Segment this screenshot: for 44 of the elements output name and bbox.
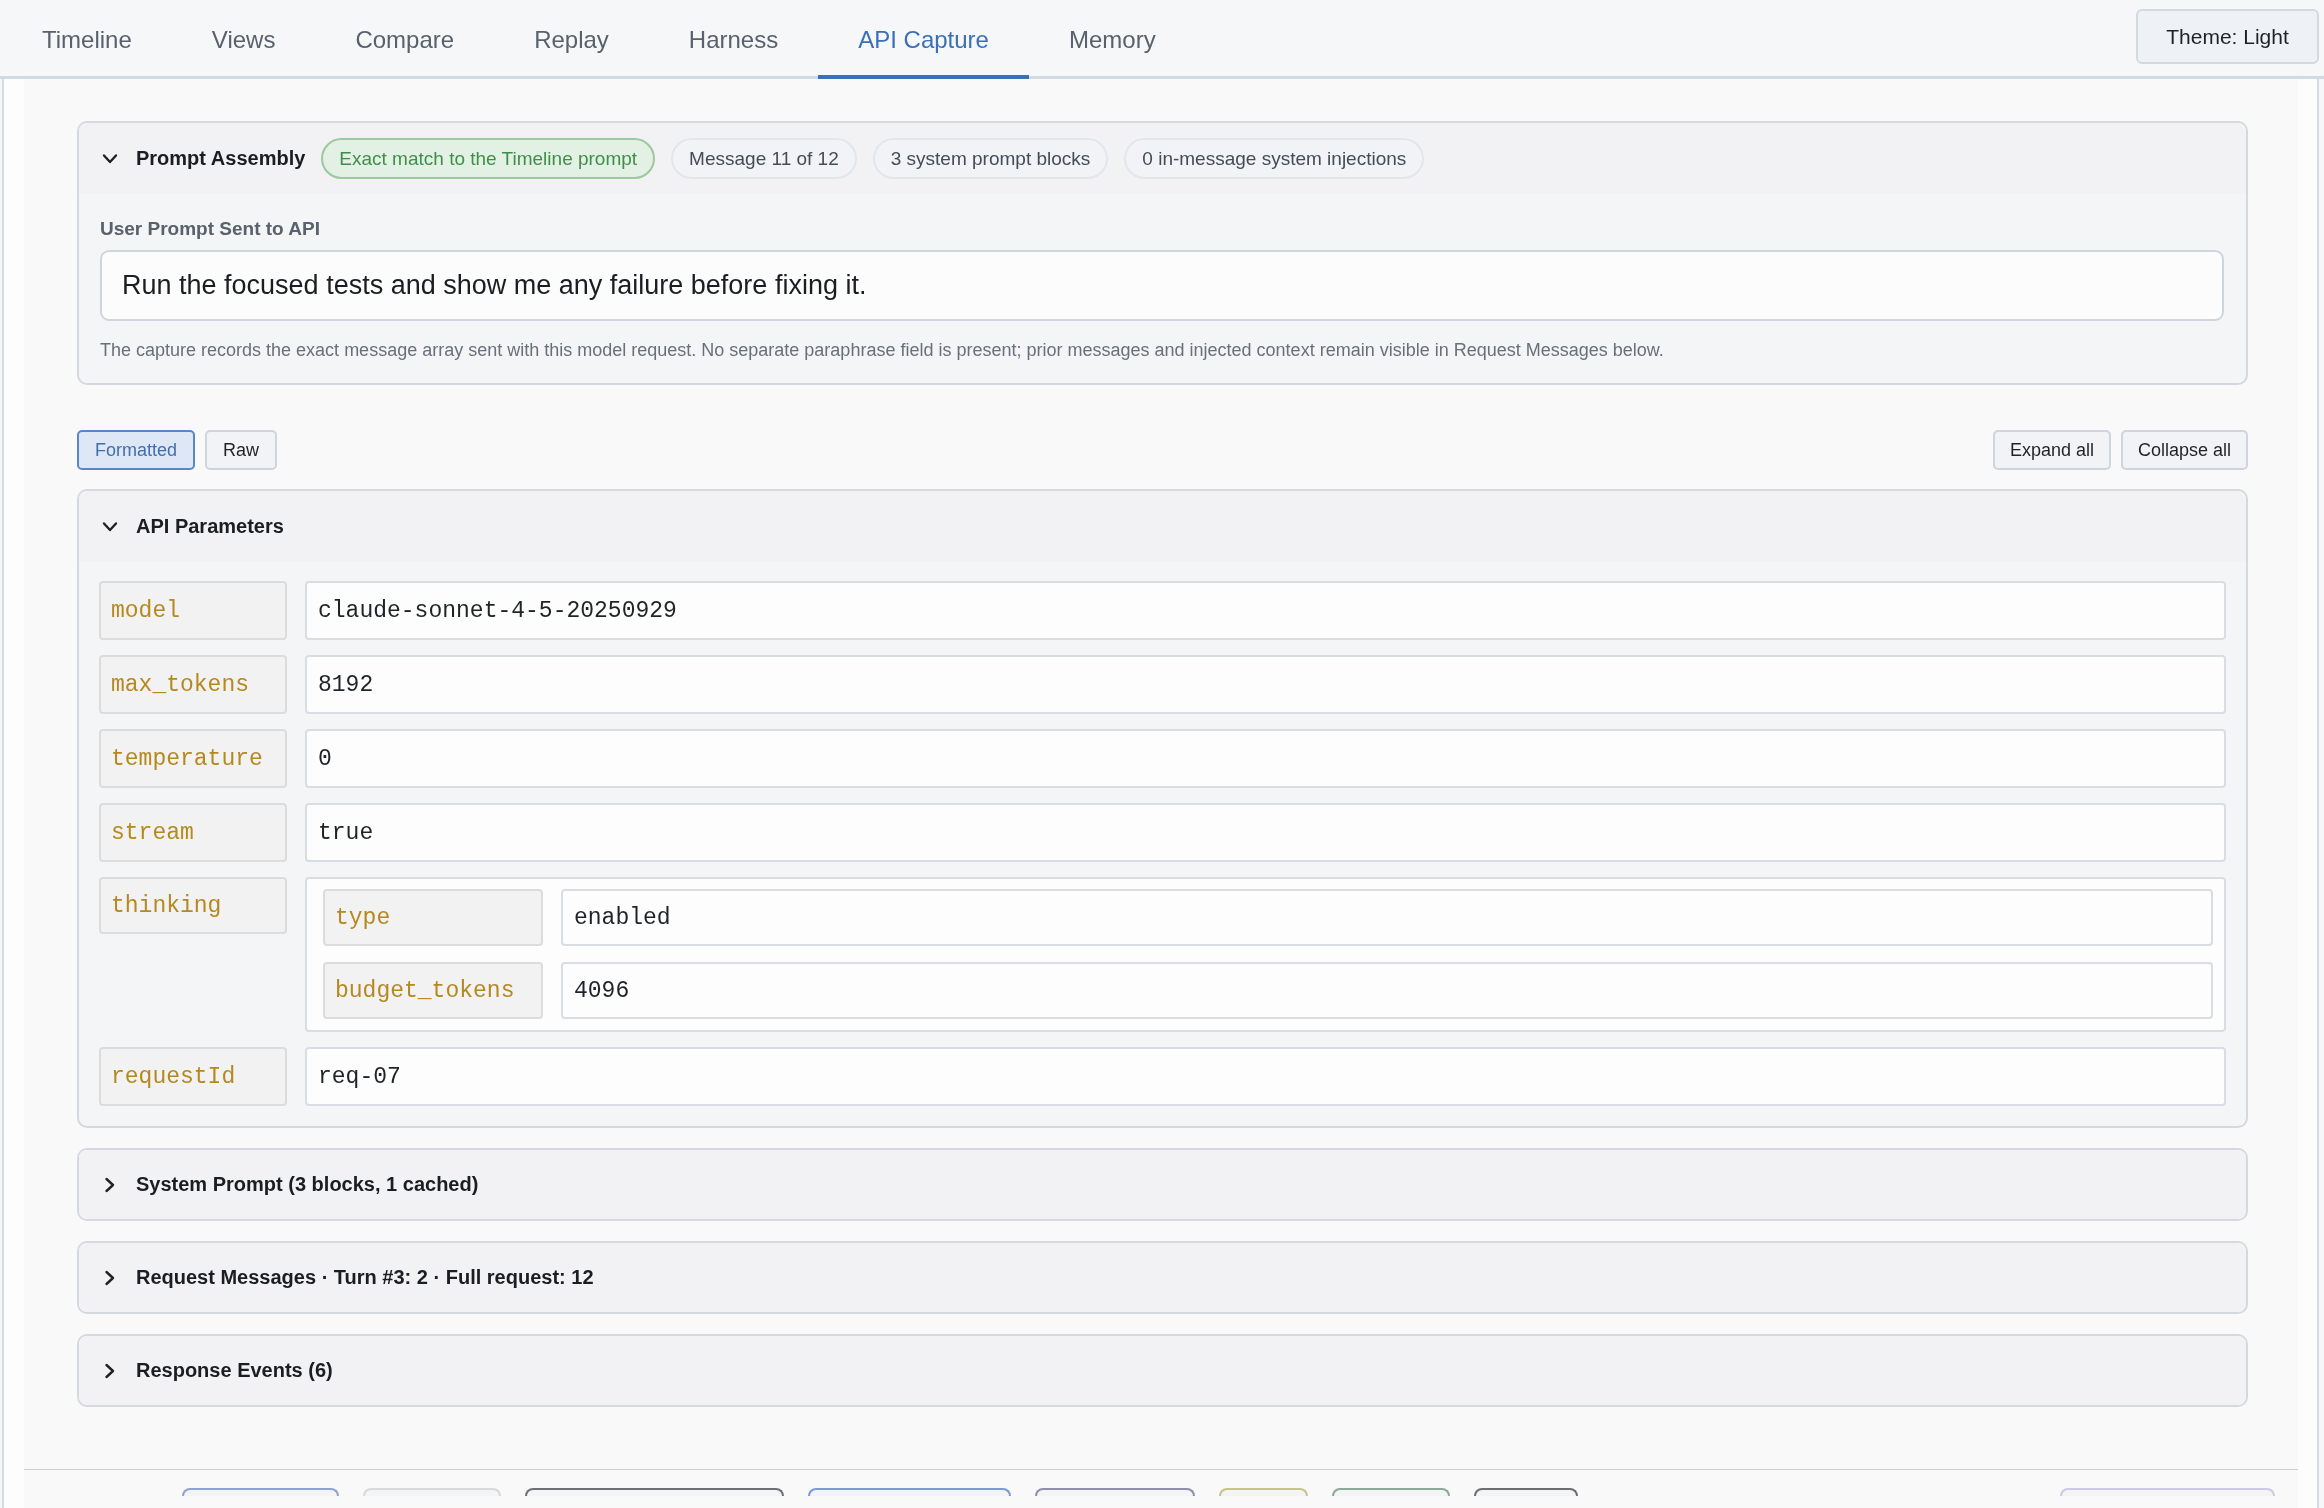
param-key: type	[323, 889, 543, 946]
param-value: 0	[305, 729, 2226, 788]
param-value: 8192	[305, 655, 2226, 714]
field-label: User Prompt Sent to API	[100, 218, 321, 240]
param-value: enabled	[561, 889, 2213, 946]
footer-button[interactable]	[525, 1488, 784, 1496]
tab[interactable]: Timeline	[2, 0, 172, 79]
param-key: stream	[99, 803, 287, 862]
param-key: requestId	[99, 1047, 287, 1106]
tab[interactable]: Views	[171, 0, 316, 79]
param-key: temperature	[99, 729, 287, 788]
param-key: budget_tokens	[323, 962, 543, 1019]
info-badge: 3 system prompt blocks	[872, 138, 1109, 179]
param-value: req-07	[305, 1047, 2226, 1106]
param-value: 4096	[561, 962, 2213, 1019]
note-text: The capture records the exact message array sent with this model request. No separate paraphrase field is present; prior messages and injected context remain visible in Request Messages below.	[100, 340, 1665, 361]
param-key: max_tokens	[99, 655, 287, 714]
footer-button[interactable]	[1035, 1488, 1195, 1496]
prompt-field[interactable]: Run the focused tests and show me any failure before fixing it.	[100, 250, 2224, 321]
tab[interactable]: Replay	[494, 0, 649, 79]
footer-button[interactable]	[1474, 1488, 1578, 1496]
view-mode-button[interactable]: Formatted	[77, 430, 196, 470]
info-badge: 0 in-message system injections	[1124, 138, 1425, 179]
param-value: claude-sonnet-4-5-20250929	[305, 581, 2226, 640]
tab[interactable]: Compare	[315, 0, 495, 79]
tab[interactable]: Memory	[1028, 0, 1196, 79]
info-badge: Message 11 of 12	[671, 138, 857, 179]
view-mode-button[interactable]: Raw	[205, 430, 278, 470]
section-title[interactable]: Response Events (6)	[136, 1359, 333, 1382]
footer-button[interactable]	[1332, 1488, 1450, 1496]
match-badge: Exact match to the Timeline prompt	[321, 138, 656, 179]
footer-button[interactable]	[182, 1488, 339, 1496]
footer-button[interactable]	[808, 1488, 1011, 1496]
param-value: true	[305, 803, 2226, 862]
param-key: model	[99, 581, 287, 640]
section-title[interactable]: Request Messages · Turn #3: 2 · Full request: 12	[136, 1266, 594, 1289]
section-title[interactable]: API Parameters	[136, 515, 284, 538]
theme-button[interactable]: Theme: Light	[2136, 9, 2319, 64]
action-button[interactable]: Collapse all	[2120, 430, 2248, 470]
action-button[interactable]: Expand all	[1992, 430, 2111, 470]
section-title[interactable]: System Prompt (3 blocks, 1 cached)	[136, 1173, 479, 1196]
panel-title: Prompt Assembly	[136, 147, 306, 170]
param-key: thinking	[99, 877, 287, 934]
tab[interactable]: Harness	[648, 0, 819, 79]
